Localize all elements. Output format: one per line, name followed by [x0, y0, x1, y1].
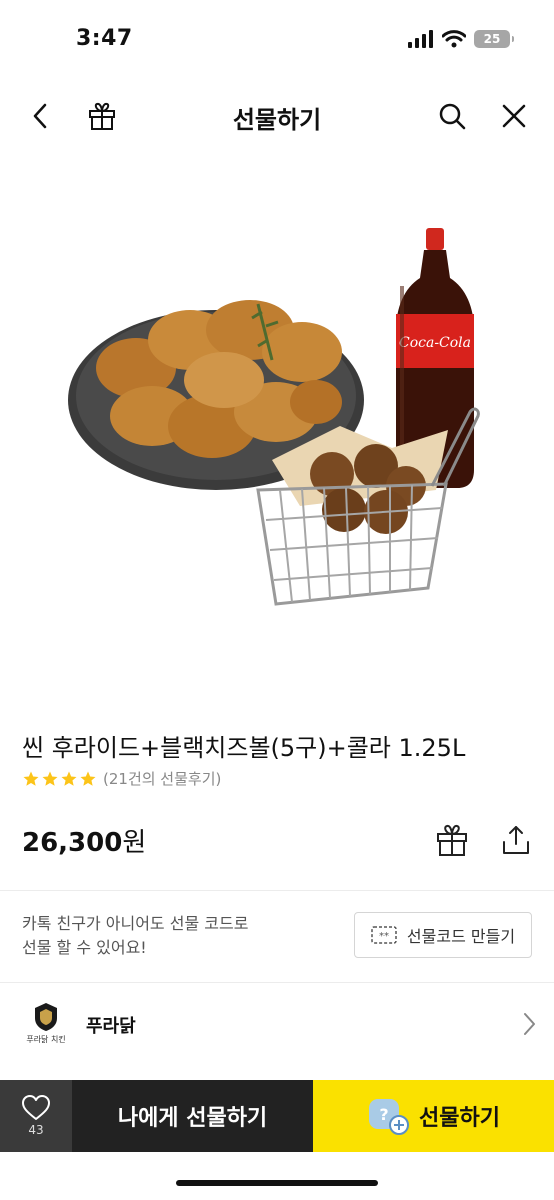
gift-code-line-1: 카톡 친구가 아니어도 선물 코드로	[22, 914, 249, 933]
product-name: 씬 후라이드+블랙치즈볼(5구)+콜라 1.25L	[22, 734, 466, 762]
close-button[interactable]	[494, 96, 534, 136]
brand-logo: 푸라닭 치킨	[22, 1002, 70, 1052]
create-gift-code-button[interactable]: ** 선물코드 만들기	[354, 912, 532, 958]
gift-to-self-label: 나에게 선물하기	[117, 1106, 268, 1131]
like-button[interactable]: 43	[0, 1080, 72, 1152]
gift-icon	[89, 102, 115, 130]
chevron-right-icon	[524, 1013, 535, 1035]
create-gift-code-label: 선물코드 만들기	[406, 927, 516, 946]
battery-level: 25	[483, 32, 501, 46]
send-gift-label: 선물하기	[419, 1106, 500, 1131]
divider	[0, 890, 554, 891]
divider	[0, 982, 554, 983]
star-icon	[23, 771, 39, 786]
search-icon	[439, 103, 466, 130]
product-illustration: Coca-Cola	[68, 228, 480, 606]
gift-to-self-button[interactable]: 나에게 선물하기	[72, 1080, 313, 1152]
cola-label-text: Coca-Cola	[399, 335, 471, 351]
gift-code-line-2: 선물 할 수 있어요!	[22, 938, 147, 957]
battery-icon: 25	[474, 30, 514, 48]
price-value: 26,300	[22, 828, 123, 858]
bottom-action-bar: 43 나에게 선물하기 ? 선물하기	[0, 1080, 554, 1152]
heart-icon	[22, 1095, 50, 1120]
status-icons: 25	[408, 30, 514, 48]
ticket-icon: **	[371, 926, 397, 944]
brand-logo-text: 푸라닭 치킨	[26, 1035, 66, 1044]
add-friend-gift-icon: ?	[369, 1099, 410, 1135]
brand-logo-icon	[35, 1003, 57, 1031]
nav-bar: 선물하기	[0, 84, 554, 146]
chevron-left-icon	[33, 103, 47, 129]
star-icon	[61, 771, 77, 786]
status-time: 3:47	[76, 26, 133, 51]
wifi-icon	[442, 30, 466, 48]
brand-chevron	[522, 1012, 536, 1040]
product-price: 26,300원	[22, 822, 146, 859]
gift-home-button[interactable]	[82, 96, 122, 136]
rating-stars	[22, 770, 97, 788]
home-indicator	[176, 1180, 378, 1186]
gift-code-description: 카톡 친구가 아니어도 선물 코드로 선물 할 수 있어요!	[22, 912, 248, 960]
product-image: Coca-Cola	[40, 190, 520, 660]
gift-box-icon	[437, 824, 467, 856]
share-icon	[503, 826, 529, 854]
signal-icon	[408, 30, 433, 48]
price-unit: 원	[122, 828, 147, 858]
status-bar: 3:47 25	[0, 0, 554, 80]
search-button[interactable]	[432, 96, 472, 136]
wishlist-gift-button[interactable]	[434, 822, 470, 858]
close-icon	[502, 104, 526, 128]
star-icon	[80, 771, 96, 786]
share-button[interactable]	[498, 822, 534, 858]
like-count: 43	[28, 1123, 44, 1137]
brand-name: 푸라닭	[86, 1016, 136, 1037]
brand-row[interactable]: 푸라닭 치킨 푸라닭	[0, 984, 554, 1068]
svg-text:?: ?	[379, 1105, 388, 1124]
product-rating[interactable]: (21건의 선물후기)	[22, 768, 221, 789]
send-gift-button[interactable]: ? 선물하기	[313, 1080, 554, 1152]
svg-text:**: **	[379, 931, 389, 942]
review-count[interactable]: (21건의 선물후기)	[103, 768, 221, 789]
star-icon	[42, 771, 58, 786]
back-button[interactable]	[20, 96, 60, 136]
